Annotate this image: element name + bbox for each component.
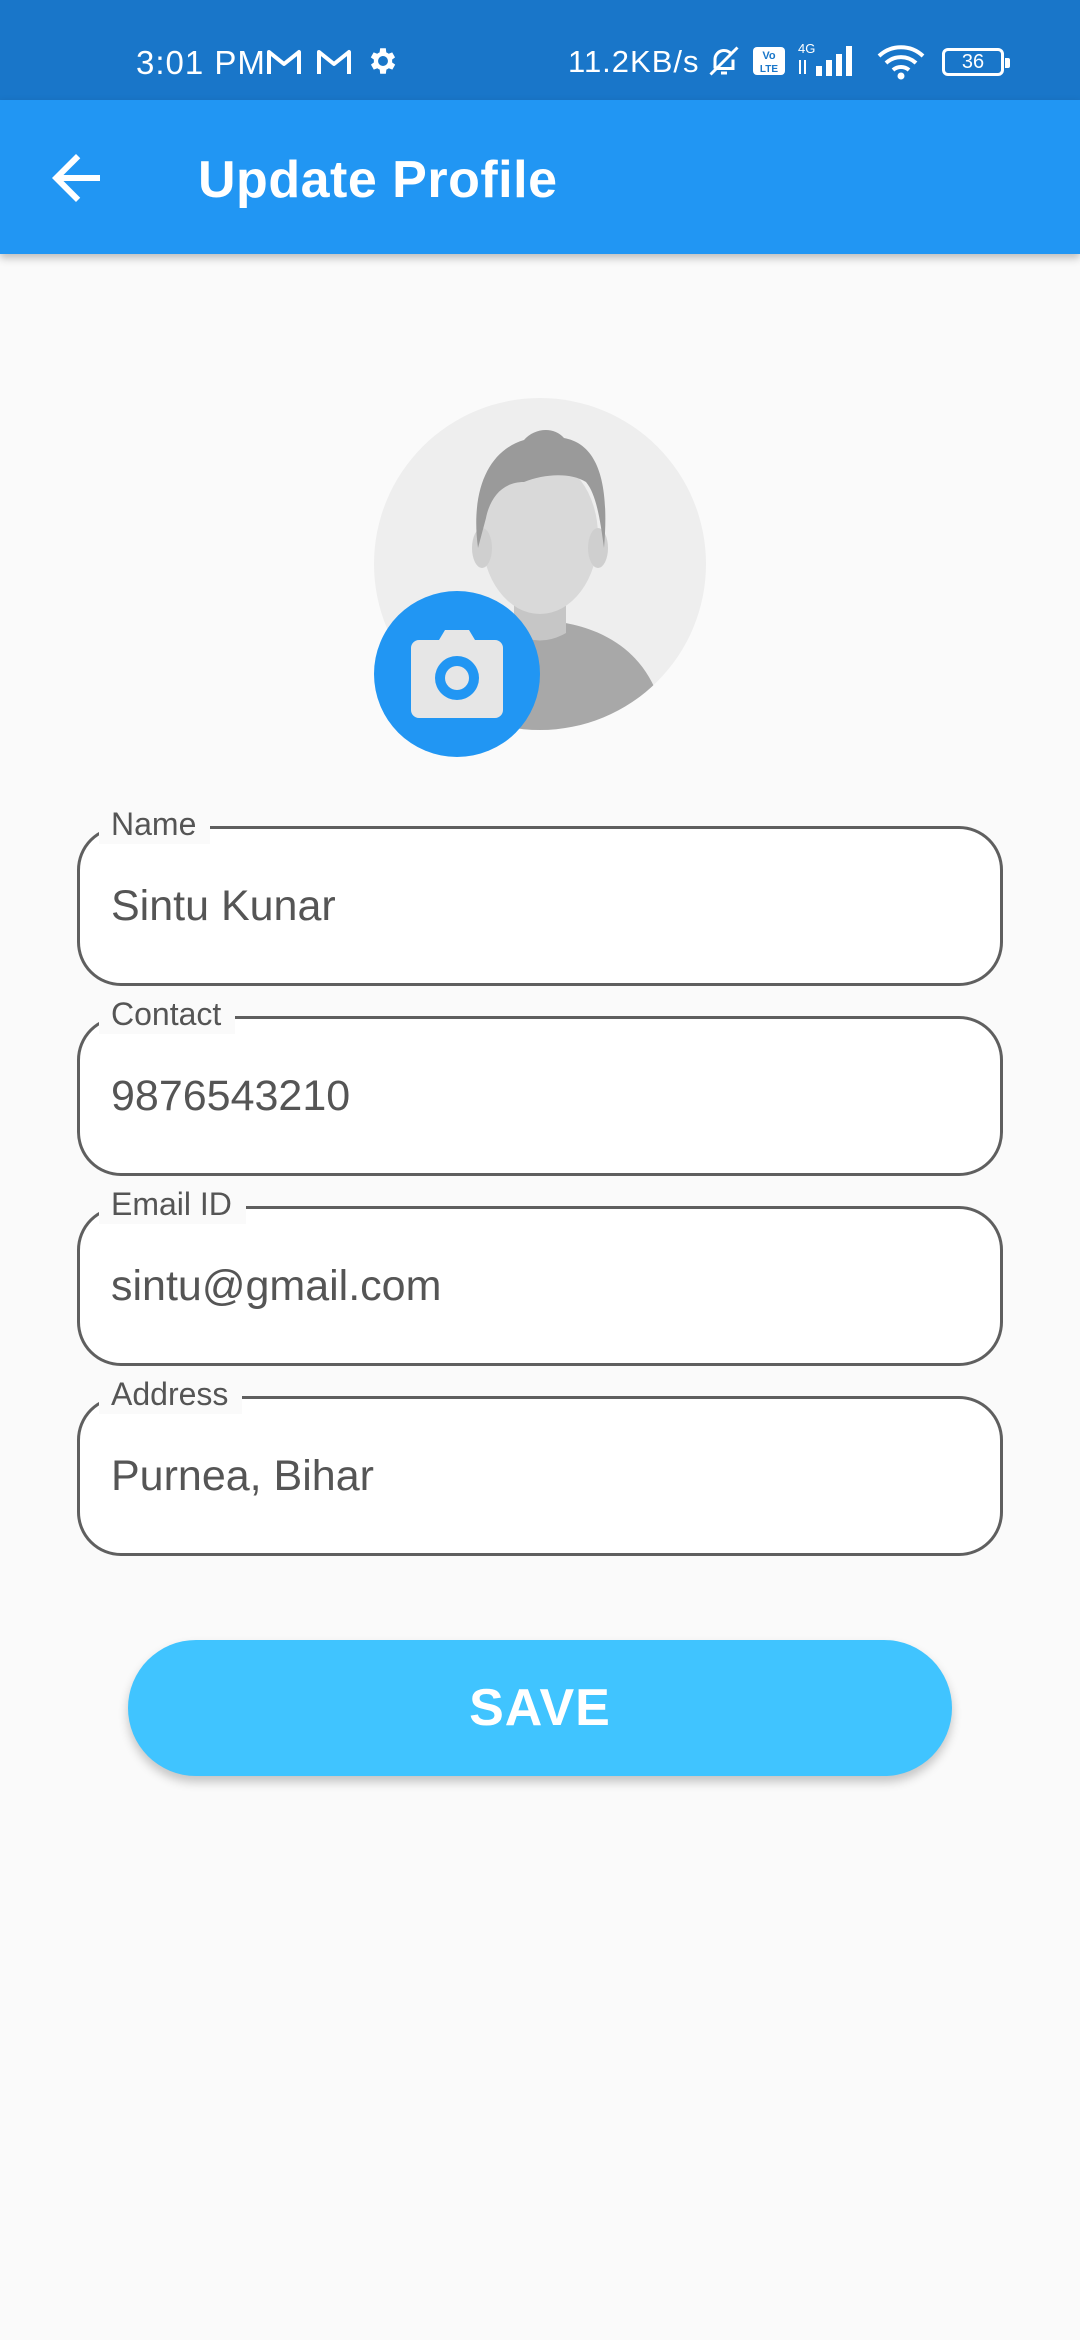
- volte-icon: Vo LTE: [753, 47, 785, 75]
- address-field-value[interactable]: Purnea, Bihar: [111, 1448, 374, 1504]
- contact-field-label: Contact: [99, 994, 236, 1034]
- status-bar: 3:01 PM 11.2KB/s Vo LTE 4G 36: [0, 0, 1080, 100]
- battery-icon: 36: [942, 48, 1010, 76]
- contact-field[interactable]: Contact 9876543210: [77, 994, 1003, 1176]
- muted-bell-icon: [709, 46, 739, 76]
- contact-field-value[interactable]: 9876543210: [111, 1068, 350, 1124]
- svg-text:Vo: Vo: [762, 50, 776, 62]
- svg-text:4G: 4G: [798, 41, 815, 56]
- page-title: Update Profile: [198, 151, 558, 209]
- gmail-icon: [267, 50, 301, 74]
- name-field[interactable]: Name Sintu Kunar: [77, 804, 1003, 986]
- email-field-value[interactable]: sintu@gmail.com: [111, 1258, 441, 1314]
- address-field-label: Address: [99, 1374, 243, 1414]
- address-field[interactable]: Address Purnea, Bihar: [77, 1374, 1003, 1556]
- wifi-icon: [877, 45, 925, 80]
- settings-gear-icon: [370, 48, 396, 74]
- save-button[interactable]: SAVE: [128, 1640, 952, 1776]
- arrow-left-icon: [52, 154, 100, 202]
- 4g-signal-icon: 4G: [798, 41, 852, 76]
- update-profile-screen: 3:01 PM 11.2KB/s Vo LTE 4G 36 Update Pro…: [0, 0, 1080, 2340]
- email-field-label: Email ID: [99, 1184, 246, 1224]
- network-speed: 11.2KB/s: [568, 44, 700, 79]
- back-button[interactable]: [40, 142, 112, 214]
- camera-icon: [411, 630, 503, 718]
- name-field-label: Name: [99, 804, 211, 844]
- name-field-value[interactable]: Sintu Kunar: [111, 878, 336, 934]
- svg-text:LTE: LTE: [760, 64, 778, 75]
- email-field[interactable]: Email ID sintu@gmail.com: [77, 1184, 1003, 1366]
- app-bar: Update Profile: [0, 100, 1080, 254]
- status-time: 3:01 PM: [136, 44, 266, 81]
- gmail-icon: [317, 50, 351, 74]
- change-photo-button[interactable]: [374, 591, 540, 757]
